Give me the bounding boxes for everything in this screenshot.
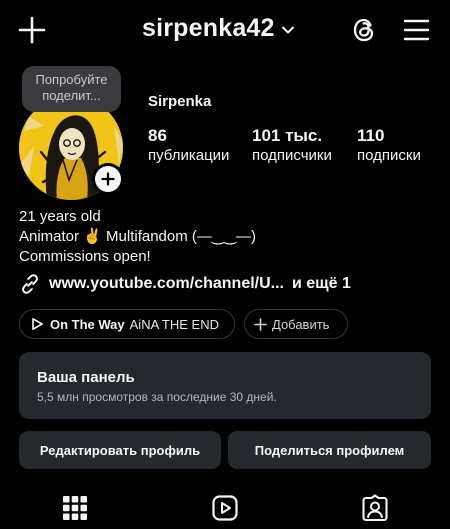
add-story-button[interactable] — [92, 163, 124, 195]
link-url[interactable]: www.youtube.com/channel/U... — [49, 275, 284, 293]
add-chip-label: Добавить — [272, 316, 330, 332]
posts-count: 86 — [148, 126, 167, 145]
bio-line: Animator ✌️ Multifandom (—‿‿—) — [19, 228, 257, 245]
tagged-icon[interactable] — [361, 494, 389, 522]
grid-icon[interactable] — [61, 494, 89, 522]
threads-icon[interactable] — [350, 16, 378, 44]
edit-profile-button[interactable]: Редактировать профиль — [19, 431, 221, 469]
following-label: подписки — [357, 147, 421, 164]
link-icon — [22, 274, 38, 294]
following-count: 110 — [357, 126, 385, 145]
reels-icon[interactable] — [211, 494, 239, 522]
note-bubble[interactable]: Попробуйте поделит... — [22, 66, 121, 112]
plus-circle-icon — [101, 172, 115, 186]
followers-count: 101 тыс. — [252, 126, 323, 145]
bio-line: 21 years old — [19, 208, 101, 225]
username: sirpenka42 — [142, 14, 275, 42]
dashboard-subtitle: 5,5 млн просмотров за последние 30 дней. — [37, 390, 277, 404]
song-title: On The Way — [50, 316, 125, 332]
bio: 21 years old Animator ✌️ Multifandom (—‿… — [19, 207, 256, 267]
more-links[interactable]: и ещё 1 — [292, 275, 351, 293]
professional-dashboard[interactable]: Ваша панель 5,5 млн просмотров за послед… — [19, 352, 431, 419]
followers-label: подписчики — [252, 147, 332, 164]
posts-label: публикации — [148, 147, 230, 164]
stat-followers[interactable]: 101 тыс. подписчики — [252, 126, 332, 165]
stat-posts[interactable]: 86 публикации — [148, 126, 229, 165]
song-artist: AiNA THE END — [129, 316, 219, 332]
new-post-plus-icon[interactable] — [18, 16, 46, 44]
note-text: Попробуйте поделит... — [35, 72, 108, 103]
play-icon — [32, 318, 43, 330]
share-profile-button[interactable]: Поделиться профилем — [228, 431, 431, 469]
hamburger-menu-icon[interactable] — [403, 18, 430, 42]
stat-following[interactable]: 110 подписки — [357, 126, 421, 165]
profile-link[interactable]: www.youtube.com/channel/U... и ещё 1 — [19, 273, 351, 295]
plus-icon — [254, 317, 267, 331]
dashboard-title: Ваша панель — [37, 369, 135, 386]
account-switcher[interactable]: sirpenka42 — [142, 14, 295, 43]
bio-line: Commissions open! — [19, 248, 151, 265]
music-chip[interactable]: On The Way AiNA THE END — [19, 309, 235, 339]
add-chip-button[interactable]: Добавить — [244, 309, 348, 339]
chevron-down-icon — [281, 26, 294, 34]
display-name: Sirpenka — [148, 93, 212, 110]
